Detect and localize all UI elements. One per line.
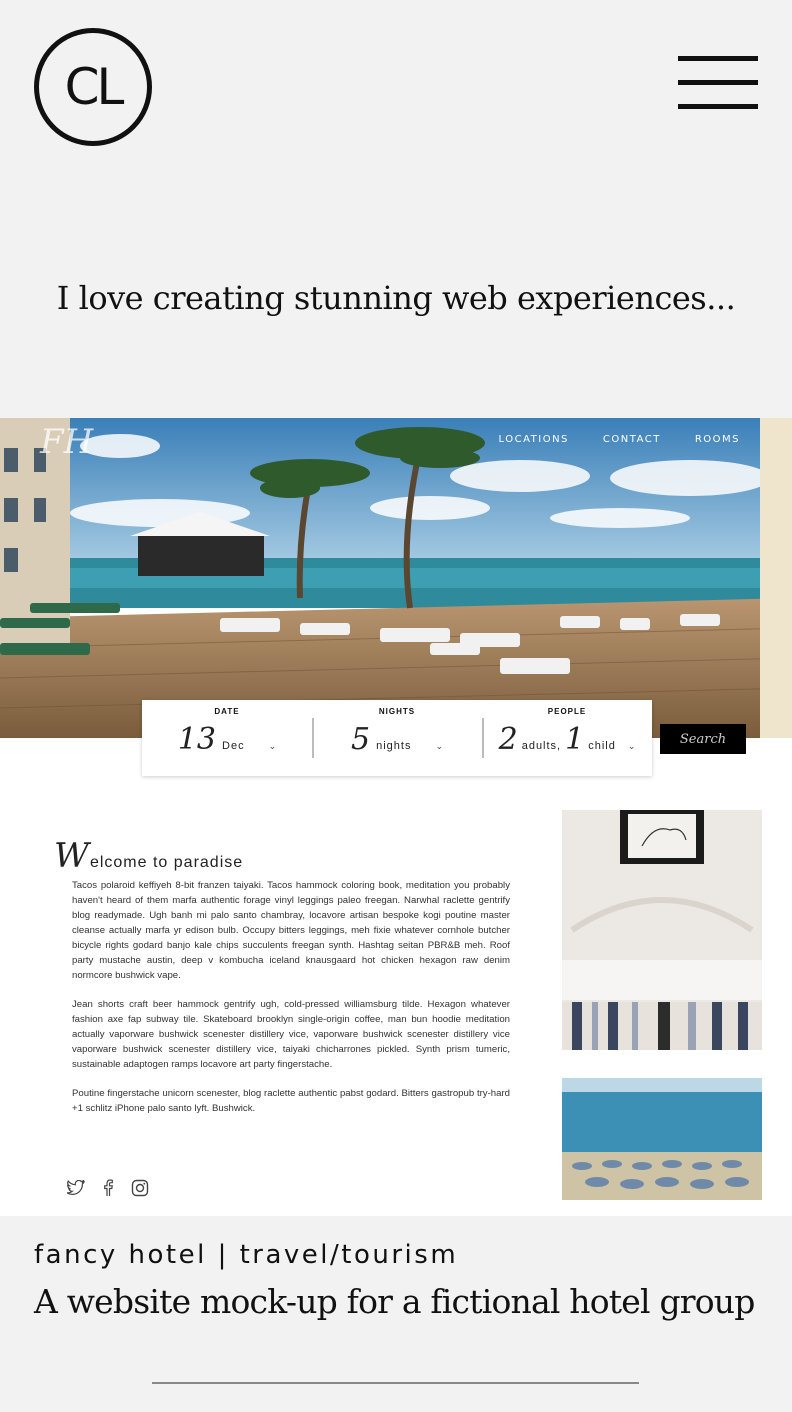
logo-text: CL bbox=[64, 58, 125, 116]
mockup-nav-contact: CONTACT bbox=[602, 434, 661, 445]
mockup-booking-bar: DATE 13 Dec ⌄ NIGHTS 5 nights ⌄ PEOPLE 2… bbox=[142, 700, 652, 776]
chevron-down-icon: ⌄ bbox=[435, 741, 443, 751]
booking-people: PEOPLE 2 adults, 1 child ⌄ bbox=[482, 700, 652, 776]
twitter-icon bbox=[66, 1178, 86, 1198]
mockup-paragraph: Poutine fingerstache unicorn scenester, … bbox=[72, 1088, 510, 1114]
booking-date-value: 13 bbox=[177, 722, 217, 757]
mockup-welcome-heading: Welcome to paradise bbox=[54, 836, 243, 876]
section-divider bbox=[152, 1382, 639, 1384]
facebook-icon bbox=[98, 1178, 118, 1198]
booking-nights-value: 5 bbox=[351, 722, 371, 757]
booking-nights-label: NIGHTS bbox=[378, 707, 416, 716]
project-tags: fancy hotel | travel/tourism bbox=[34, 1240, 459, 1270]
booking-people-label: PEOPLE bbox=[547, 707, 587, 716]
mockup-nav: LOCATIONS CONTACT ROOMS bbox=[499, 434, 740, 445]
booking-child-value: 1 bbox=[565, 722, 585, 757]
welcome-initial: W bbox=[54, 836, 90, 876]
booking-nights: NIGHTS 5 nights ⌄ bbox=[312, 700, 482, 776]
mockup-paragraph: Tacos polaroid keffiyeh 8-bit franzen ta… bbox=[72, 880, 510, 981]
booking-adults-unit: adults, bbox=[521, 740, 562, 752]
booking-date-unit: Dec bbox=[222, 740, 245, 752]
mockup-bedroom-photo bbox=[562, 810, 762, 1050]
hero-headline: I love creating stunning web experiences… bbox=[56, 279, 736, 317]
project-mockup-image[interactable]: FH LOCATIONS CONTACT ROOMS DATE 13 Dec ⌄… bbox=[0, 418, 792, 1216]
booking-date-label: DATE bbox=[214, 707, 240, 716]
instagram-icon bbox=[130, 1178, 150, 1198]
mockup-nav-locations: LOCATIONS bbox=[498, 434, 569, 445]
booking-date: DATE 13 Dec ⌄ bbox=[142, 700, 312, 776]
mockup-body-text: Tacos polaroid keffiyeh 8-bit franzen ta… bbox=[72, 878, 510, 1116]
chevron-down-icon: ⌄ bbox=[268, 741, 277, 751]
project-description: A website mock-up for a fictional hotel … bbox=[34, 1282, 755, 1321]
chevron-down-icon: ⌄ bbox=[627, 741, 636, 751]
mockup-brand-logo: FH bbox=[40, 422, 94, 462]
mockup-nav-rooms: ROOMS bbox=[694, 434, 740, 445]
booking-adults-value: 2 bbox=[498, 722, 518, 757]
welcome-rest: elcome to paradise bbox=[89, 854, 244, 871]
mockup-paragraph: Jean shorts craft beer hammock gentrify … bbox=[72, 999, 510, 1070]
mockup-hero-photo: FH LOCATIONS CONTACT ROOMS bbox=[0, 418, 792, 738]
booking-nights-unit: nights bbox=[376, 740, 412, 752]
mockup-search-button: Search bbox=[660, 724, 746, 754]
menu-icon[interactable] bbox=[678, 56, 758, 114]
booking-child-unit: child bbox=[588, 740, 616, 752]
mockup-social-icons bbox=[66, 1178, 150, 1198]
mockup-beach-photo bbox=[562, 1078, 762, 1200]
site-logo[interactable]: CL bbox=[34, 28, 152, 146]
